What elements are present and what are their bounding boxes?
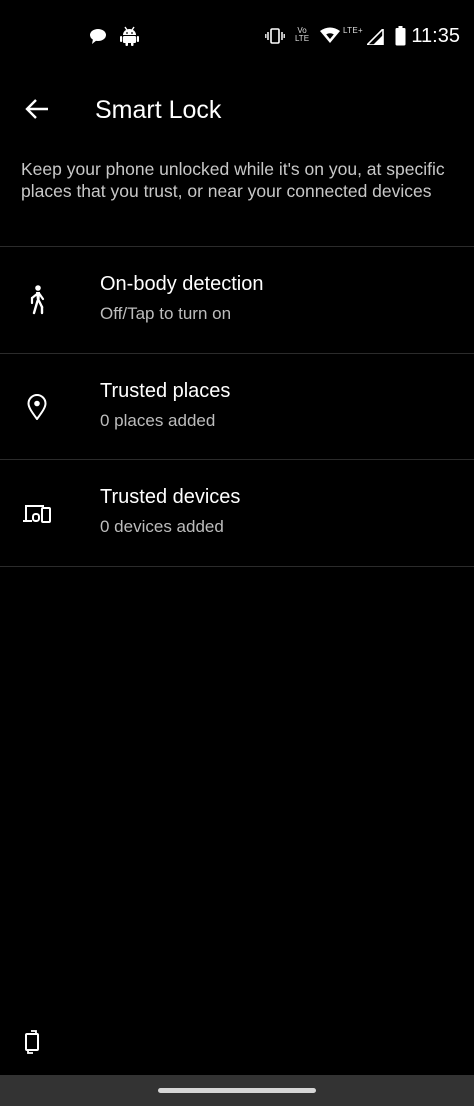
item-subtitle: 0 places added bbox=[100, 411, 216, 430]
chat-bubble-icon bbox=[90, 29, 106, 44]
smart-lock-description: Keep your phone unlocked while it's on y… bbox=[21, 159, 445, 201]
status-bar: Vo LTE LTE+ 11:35 bbox=[0, 0, 474, 72]
volte-icon: Vo LTE bbox=[294, 26, 310, 43]
vibrate-icon bbox=[265, 28, 285, 44]
signal-icon bbox=[367, 29, 384, 45]
wifi-icon bbox=[320, 27, 340, 43]
walking-person-icon bbox=[22, 285, 52, 315]
list-item-trusted-devices[interactable]: Trusted devices 0 devices added bbox=[0, 460, 474, 566]
divider bbox=[0, 566, 474, 567]
home-gesture-handle[interactable] bbox=[158, 1088, 316, 1093]
devices-icon bbox=[22, 498, 52, 528]
navigation-bar bbox=[0, 1075, 474, 1106]
item-title: Trusted places bbox=[100, 380, 231, 402]
list-item-on-body-detection[interactable]: On-body detection Off/Tap to turn on bbox=[0, 247, 474, 353]
arrow-back-icon bbox=[25, 99, 48, 119]
list-item-trusted-places[interactable]: Trusted places 0 places added bbox=[0, 354, 474, 460]
battery-icon bbox=[395, 26, 406, 46]
item-title: Trusted devices bbox=[100, 486, 241, 508]
app-bar: Smart Lock bbox=[0, 72, 474, 148]
rotate-screen-button[interactable] bbox=[18, 1028, 46, 1056]
lte-label: LTE+ bbox=[343, 26, 363, 35]
page-title: Smart Lock bbox=[95, 96, 222, 124]
status-time: 11:35 bbox=[411, 25, 460, 47]
location-pin-icon bbox=[22, 392, 52, 422]
back-button[interactable] bbox=[16, 88, 58, 130]
item-subtitle: Off/Tap to turn on bbox=[100, 304, 232, 323]
screen-rotate-icon bbox=[25, 1030, 39, 1054]
item-subtitle: 0 devices added bbox=[100, 517, 224, 536]
item-title: On-body detection bbox=[100, 273, 264, 295]
android-icon bbox=[120, 26, 139, 46]
